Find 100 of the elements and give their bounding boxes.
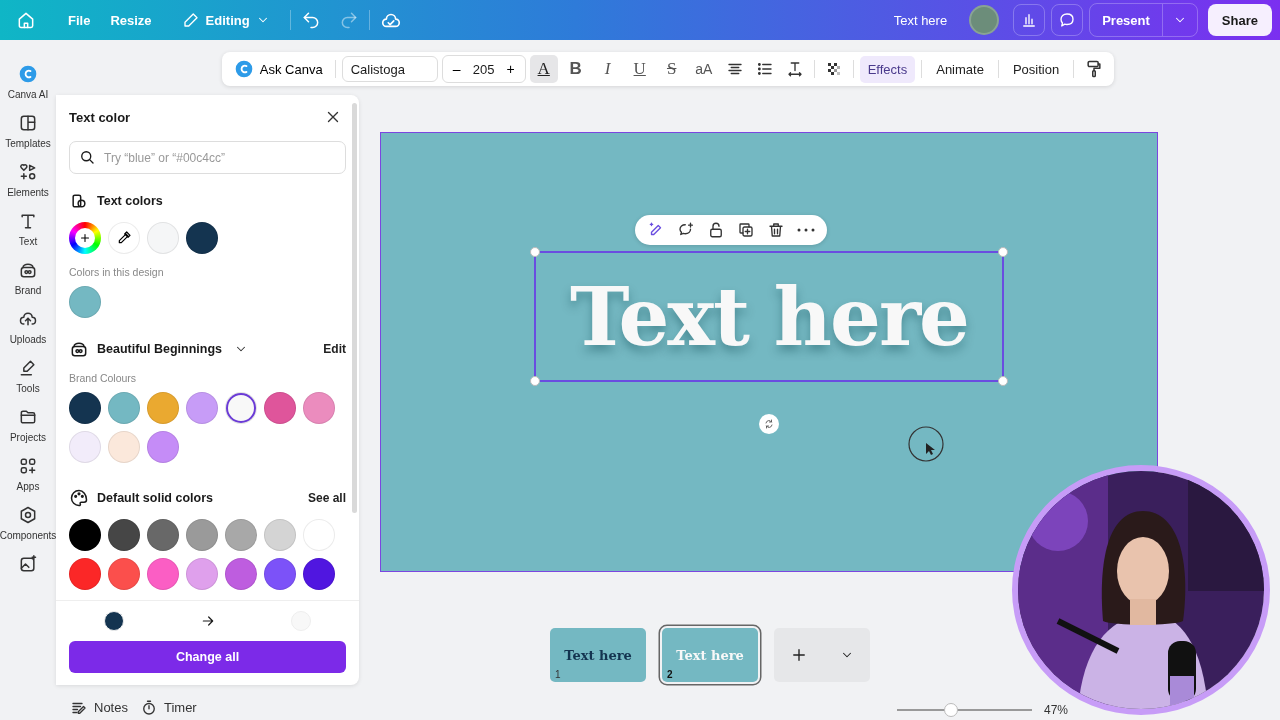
- format-button[interactable]: U: [625, 55, 654, 83]
- color-swatch[interactable]: [108, 519, 140, 551]
- color-swatch[interactable]: [69, 558, 101, 590]
- font-size-field[interactable]: – 205 +: [441, 55, 526, 83]
- design-title[interactable]: Text here: [893, 12, 948, 28]
- duplicate-icon: [737, 221, 755, 239]
- format-button[interactable]: S: [657, 55, 686, 83]
- resize-handle[interactable]: [530, 376, 540, 386]
- text-spacing-icon: [785, 60, 804, 78]
- search-field[interactable]: Try “blue” or “#00c4cc”: [69, 141, 346, 174]
- increase-button[interactable]: +: [500, 61, 521, 77]
- color-swatch[interactable]: [108, 431, 140, 463]
- toolbar-button[interactable]: Animate: [928, 55, 992, 83]
- zoom-level: 47%: [1044, 703, 1069, 717]
- comment-button[interactable]: [1051, 4, 1084, 36]
- text-icon: [18, 211, 38, 231]
- search-icon: [78, 148, 96, 166]
- font-dropdown[interactable]: Calistoga: [341, 56, 438, 82]
- sidebar-item[interactable]: Apps: [0, 456, 56, 492]
- color-swatch[interactable]: [147, 558, 179, 590]
- color-swatch[interactable]: [147, 519, 179, 551]
- format-button[interactable]: I: [593, 55, 622, 83]
- slider-thumb[interactable]: [944, 703, 958, 717]
- list-icon: [755, 60, 774, 78]
- palette-icon: [69, 488, 89, 508]
- pen-icon: [18, 358, 38, 378]
- color-swatch[interactable]: [264, 392, 296, 424]
- format-button[interactable]: aA: [689, 55, 718, 83]
- sidebar-item[interactable]: Canva AI: [0, 64, 56, 100]
- resize-handle[interactable]: [530, 247, 540, 257]
- notes-button[interactable]: Notes: [70, 698, 128, 717]
- ai-logo-icon: [18, 64, 38, 84]
- sidebar-item[interactable]: Tools: [0, 358, 56, 394]
- rotate-handle[interactable]: [759, 414, 779, 434]
- brand-kit-icon: [69, 339, 89, 359]
- avatar[interactable]: [969, 5, 1000, 35]
- share-button[interactable]: Share: [1207, 4, 1272, 36]
- color-swatch[interactable]: [147, 431, 179, 463]
- eyedropper-button[interactable]: [108, 222, 140, 254]
- color-swatch[interactable]: [108, 392, 140, 424]
- section-label: Colors in this design: [69, 266, 165, 278]
- color-swatch[interactable]: [69, 519, 101, 551]
- cursor-icon: [907, 425, 945, 463]
- sidebar-item[interactable]: Templates: [0, 113, 56, 149]
- change-all-button[interactable]: Change all: [69, 641, 346, 673]
- color-swatch[interactable]: [186, 519, 218, 551]
- color-swatch[interactable]: [147, 222, 179, 254]
- section-title: Text colors: [97, 194, 164, 208]
- rotate-icon: [763, 418, 775, 430]
- toolbar-button[interactable]: Position: [1004, 55, 1068, 83]
- color-swatch[interactable]: [147, 392, 179, 424]
- resize-handle[interactable]: [998, 376, 1008, 386]
- more-icon: [797, 228, 815, 232]
- panel-title: Text color: [69, 109, 131, 125]
- apps-icon: [18, 456, 38, 476]
- home-icon[interactable]: [16, 10, 36, 30]
- color-swatch[interactable]: [69, 286, 101, 318]
- color-swatch[interactable]: [69, 392, 101, 424]
- sidebar-item[interactable]: Brand: [0, 260, 56, 296]
- color-swatch[interactable]: [108, 558, 140, 590]
- sidebar-item[interactable]: Projects: [0, 407, 56, 443]
- pencil-icon: [181, 11, 200, 29]
- color-swatch[interactable]: [186, 392, 218, 424]
- color-swatch[interactable]: [69, 431, 101, 463]
- sidebar-item[interactable]: Text: [0, 211, 56, 247]
- brand-kit-title: Beautiful Beginnings: [97, 342, 222, 356]
- color-swatch[interactable]: [303, 558, 335, 590]
- resize-handle[interactable]: [998, 247, 1008, 257]
- timer-button[interactable]: Timer: [139, 698, 197, 717]
- see-all-link[interactable]: See all: [307, 491, 346, 505]
- page-thumbnail[interactable]: Text here 1: [550, 628, 646, 682]
- decrease-button[interactable]: –: [446, 61, 467, 77]
- sidebar-item[interactable]: Components: [0, 505, 56, 541]
- color-swatch[interactable]: [186, 222, 218, 254]
- shapes-icon: [18, 162, 38, 182]
- toolbar-button[interactable]: Effects: [859, 55, 916, 83]
- lock-icon: [707, 221, 725, 239]
- color-swatch[interactable]: [186, 558, 218, 590]
- magic-image-icon: [18, 554, 38, 574]
- hexagon-icon: [18, 505, 38, 525]
- color-swatch[interactable]: [225, 519, 257, 551]
- format-button[interactable]: A: [529, 55, 558, 83]
- edit-link[interactable]: Edit: [323, 342, 346, 356]
- color-swatch[interactable]: [264, 519, 296, 551]
- sidebar-item[interactable]: Uploads: [0, 309, 56, 345]
- ai-logo-icon: [233, 59, 254, 79]
- add-color-button[interactable]: [69, 222, 101, 254]
- ask-canva-button[interactable]: Ask Canva: [227, 55, 329, 83]
- color-swatch[interactable]: [264, 558, 296, 590]
- color-swatch[interactable]: [303, 392, 335, 424]
- color-swatch[interactable]: [225, 558, 257, 590]
- comment-icon: [1058, 11, 1077, 29]
- sidebar-item[interactable]: Elements: [0, 162, 56, 198]
- format-button[interactable]: B: [561, 55, 590, 83]
- page-thumbnail[interactable]: Text here 2: [662, 628, 758, 682]
- plus-icon: [790, 646, 808, 664]
- color-swatch[interactable]: [225, 392, 257, 424]
- insights-button[interactable]: [1013, 4, 1046, 36]
- eyedropper-icon: [116, 230, 132, 246]
- section-label: Brand Colours: [69, 372, 138, 384]
